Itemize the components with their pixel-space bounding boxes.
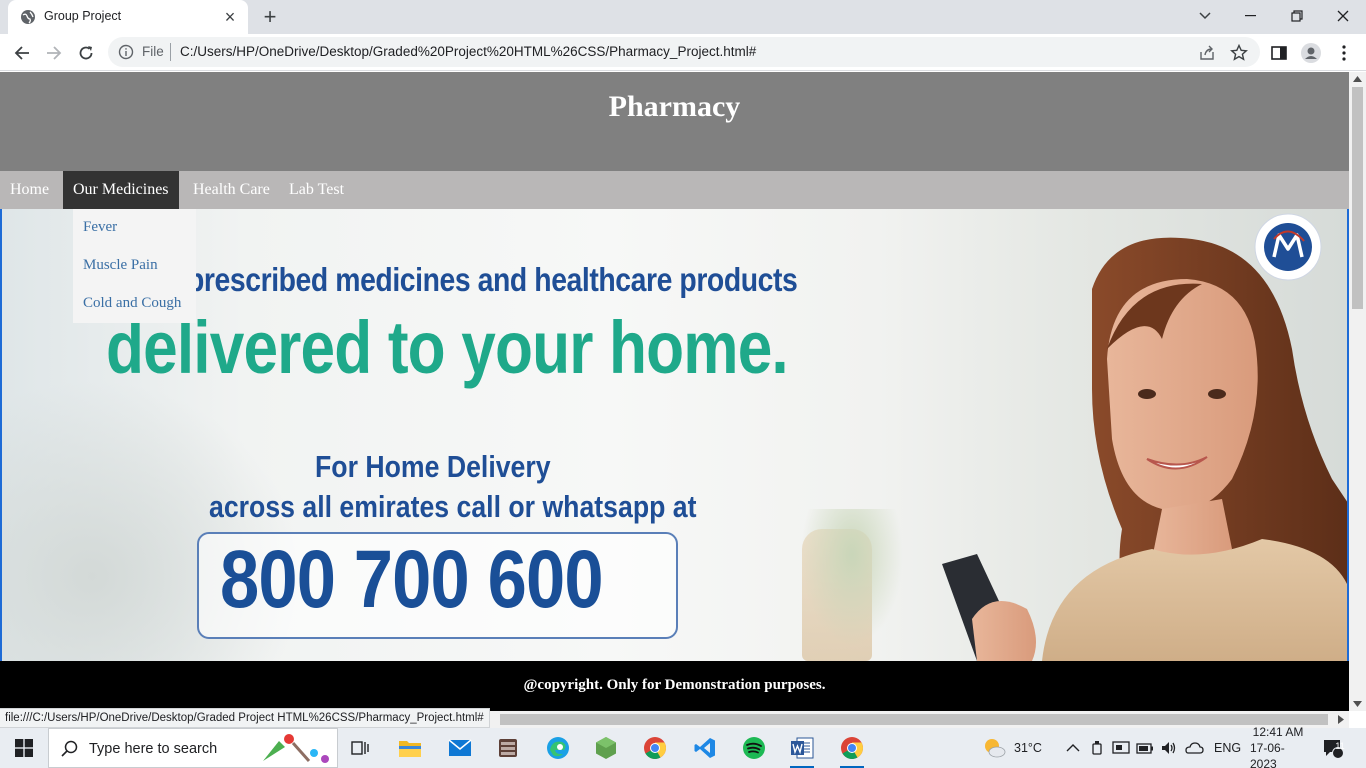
- site-header: Pharmacy: [0, 72, 1349, 171]
- notification-center-icon[interactable]: 11: [1322, 728, 1345, 768]
- onedrive-cloud-icon[interactable]: [1184, 741, 1204, 755]
- word-icon[interactable]: [784, 732, 820, 768]
- search-placeholder: Type here to search: [89, 741, 218, 757]
- medicines-dropdown-menu: Fever Muscle Pain Cold and Cough: [73, 209, 196, 323]
- page-viewport: Pharmacy Home Our Medicines Health Care …: [0, 72, 1349, 711]
- clock-time: 12:41 AM: [1252, 725, 1304, 739]
- task-view-icon[interactable]: [342, 732, 378, 764]
- site-title: Pharmacy: [608, 90, 741, 123]
- weather-temperature: 31°C: [1014, 741, 1042, 755]
- chrome-icon[interactable]: [637, 732, 673, 764]
- profile-avatar-icon[interactable]: [1301, 43, 1321, 63]
- nodejs-icon[interactable]: [588, 732, 624, 764]
- banner-plant: [792, 509, 912, 661]
- dropdown-item-muscle-pain[interactable]: Muscle Pain: [83, 257, 158, 274]
- display-icon[interactable]: [1112, 740, 1130, 756]
- info-icon[interactable]: [118, 44, 134, 60]
- spotify-icon[interactable]: [736, 732, 772, 764]
- reload-icon[interactable]: [72, 39, 100, 67]
- nav-health-care[interactable]: Health Care: [183, 171, 280, 209]
- weather-sun-cloud-icon: [985, 739, 1006, 758]
- browser-tab[interactable]: Group Project ×: [8, 0, 248, 34]
- side-panel-icon[interactable]: [1269, 43, 1289, 63]
- address-bar[interactable]: File C:/Users/HP/OneDrive/Desktop/Graded…: [108, 37, 1260, 67]
- tray-chevron-up-icon[interactable]: [1066, 743, 1080, 753]
- dropdown-item-fever[interactable]: Fever: [83, 219, 117, 236]
- horizontal-scroll-thumb[interactable]: [500, 714, 1328, 725]
- weather-widget[interactable]: 31°C: [982, 728, 1042, 768]
- banner-delivery-text: across all emirates call or whatsapp at: [209, 489, 697, 524]
- vertical-scrollbar[interactable]: [1349, 72, 1366, 711]
- browser-tab-strip: Group Project × +: [0, 0, 1366, 34]
- hero-banner: prescribed medicines and healthcare prod…: [0, 209, 1349, 661]
- scheme-divider: [170, 43, 171, 61]
- tab-search-chevron-down-icon[interactable]: [1182, 0, 1228, 32]
- volume-icon[interactable]: [1160, 740, 1178, 756]
- new-tab-button[interactable]: +: [258, 5, 282, 29]
- tab-title: Group Project: [44, 9, 122, 23]
- windows-start-icon[interactable]: [0, 728, 48, 768]
- share-icon[interactable]: [1198, 44, 1216, 62]
- edge-browser-icon[interactable]: [540, 732, 576, 764]
- file-explorer-icon[interactable]: [392, 732, 428, 764]
- nav-lab-test[interactable]: Lab Test: [279, 171, 354, 209]
- language-indicator[interactable]: ENG: [1214, 741, 1241, 755]
- nav-our-medicines[interactable]: Our Medicines: [63, 171, 179, 209]
- forward-arrow-icon[interactable]: [40, 39, 68, 67]
- search-icon: [61, 740, 78, 757]
- usb-device-icon[interactable]: [1090, 740, 1104, 756]
- search-highlight-illustration-icon: [263, 734, 329, 763]
- bookmark-star-icon[interactable]: [1230, 44, 1248, 62]
- clock-date: 17-06-2023: [1250, 741, 1285, 768]
- battery-icon[interactable]: [1136, 741, 1154, 755]
- scheme-label: File: [142, 44, 164, 59]
- notification-count: 11: [1335, 741, 1345, 751]
- footer-copyright: @copyright. Only for Demonstration purpo…: [523, 677, 826, 693]
- close-window-icon[interactable]: [1320, 0, 1366, 32]
- browser-toolbar: File C:/Users/HP/OneDrive/Desktop/Graded…: [0, 34, 1366, 71]
- phone-number: 800 700 600: [220, 534, 604, 625]
- windows-taskbar: Type here to search 31°C ENG 12:41 AM 17…: [0, 725, 1366, 768]
- banner-delivery-heading: For Home Delivery: [315, 449, 551, 484]
- link-status-bubble: file:///C:/Users/HP/OneDrive/Desktop/Gra…: [0, 708, 490, 728]
- scroll-down-arrow-icon[interactable]: [1353, 701, 1362, 707]
- more-menu-icon[interactable]: [1334, 43, 1354, 63]
- film-app-icon[interactable]: [490, 732, 526, 764]
- vscode-icon[interactable]: [687, 732, 723, 764]
- minimize-icon[interactable]: [1228, 0, 1274, 32]
- globe-icon: [21, 10, 35, 24]
- restore-icon[interactable]: [1274, 0, 1320, 32]
- taskbar-search-box[interactable]: Type here to search: [48, 728, 338, 768]
- banner-tagline: delivered to your home.: [106, 306, 789, 389]
- scroll-up-arrow-icon[interactable]: [1353, 76, 1362, 82]
- system-tray-icons: ENG: [1066, 728, 1241, 768]
- dropdown-item-cold-and-cough[interactable]: Cold and Cough: [83, 295, 181, 312]
- nav-home[interactable]: Home: [0, 171, 59, 209]
- site-footer: @copyright. Only for Demonstration purpo…: [0, 661, 1349, 711]
- scroll-right-arrow-icon[interactable]: [1338, 715, 1344, 724]
- woman-with-phone-image: [942, 237, 1347, 661]
- main-nav: Home Our Medicines Health Care Lab Test: [0, 171, 1349, 209]
- banner-headline: prescribed medicines and healthcare prod…: [187, 261, 798, 298]
- back-arrow-icon[interactable]: [8, 39, 36, 67]
- clock[interactable]: 12:41 AM 17-06-2023: [1250, 725, 1306, 768]
- vertical-scroll-thumb[interactable]: [1352, 87, 1363, 309]
- chrome-active-icon[interactable]: [834, 732, 870, 768]
- url-text[interactable]: C:/Users/HP/OneDrive/Desktop/Graded%20Pr…: [180, 44, 756, 59]
- mail-icon[interactable]: [442, 732, 478, 764]
- close-tab-icon[interactable]: ×: [220, 7, 240, 27]
